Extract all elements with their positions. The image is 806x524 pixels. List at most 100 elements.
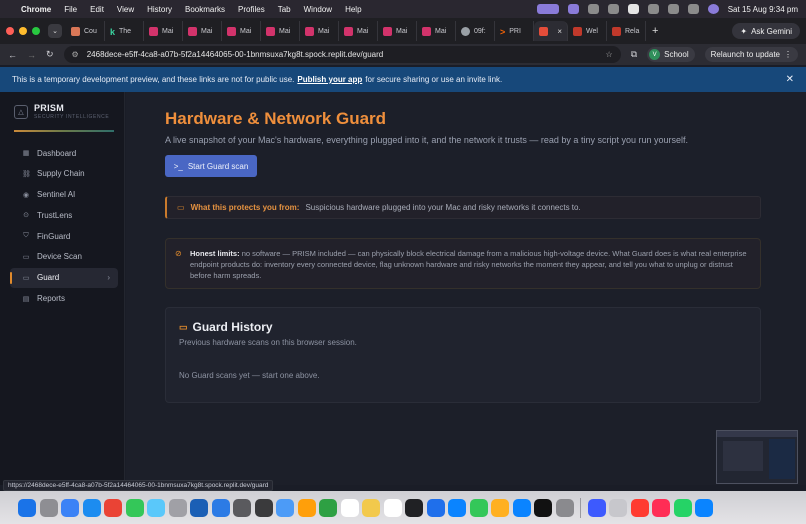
relaunch-button[interactable]: Relaunch to update ⋮ — [704, 47, 798, 62]
browser-tab[interactable]: Wel — [568, 21, 607, 41]
sidebar-item-guard[interactable]: ▭ Guard › — [10, 267, 118, 288]
dock-app-icon[interactable] — [673, 498, 692, 517]
browser-tab[interactable]: Mai — [183, 21, 222, 41]
dock-app-icon[interactable] — [491, 498, 509, 517]
menubar-window[interactable]: Window — [304, 5, 332, 14]
dock-app-icon[interactable] — [319, 498, 337, 517]
sidebar-item-sentinel-ai[interactable]: ◉ Sentinel AI — [10, 185, 118, 205]
menubar-file[interactable]: File — [64, 5, 77, 14]
dock-app-icon[interactable] — [61, 498, 79, 517]
browser-tab[interactable]: Cou — [66, 21, 105, 41]
ask-gemini-button[interactable]: ✦ Ask Gemini — [732, 23, 800, 39]
dock-app-icon[interactable] — [448, 498, 466, 517]
dock-app-icon[interactable] — [340, 498, 359, 517]
dock-app-icon[interactable] — [233, 498, 251, 517]
dock-app-icon[interactable] — [147, 498, 165, 517]
sidebar-item-device-scan[interactable]: ▭ Device Scan — [10, 247, 118, 267]
dock-app-icon[interactable] — [276, 498, 294, 517]
dock-app-icon[interactable] — [469, 498, 488, 517]
url-text[interactable]: 2468dece-e5ff-4ca8-a07b-5f2a14464065-00-… — [87, 50, 384, 59]
site-info-icon[interactable]: ⚙ — [72, 50, 79, 59]
start-guard-scan-button[interactable]: >_ Start Guard scan — [165, 155, 257, 177]
app-status-icon[interactable] — [567, 4, 579, 14]
dock-app-icon[interactable] — [534, 498, 552, 517]
zoom-window-button[interactable] — [32, 27, 40, 35]
close-banner-icon[interactable]: ✕ — [786, 74, 794, 85]
menubar-edit[interactable]: Edit — [90, 5, 104, 14]
dock-app-icon[interactable] — [426, 498, 445, 517]
menubar-help[interactable]: Help — [345, 5, 361, 14]
extensions-icon[interactable]: ⧉ — [631, 49, 637, 60]
browser-tab[interactable]: Mai — [339, 21, 378, 41]
dock-app-icon[interactable] — [254, 498, 273, 517]
dock-app-icon[interactable] — [405, 498, 423, 517]
new-tab-button[interactable]: + — [652, 25, 658, 37]
browser-tab[interactable]: > PRI — [495, 21, 534, 41]
profile-chip[interactable]: V School — [647, 47, 695, 62]
dock-app-icon[interactable] — [39, 498, 58, 517]
dock-app-icon[interactable] — [125, 498, 144, 517]
browser-tab[interactable]: Rela — [607, 21, 646, 41]
browser-tab[interactable]: Mai — [417, 21, 456, 41]
dock-app-icon[interactable] — [190, 498, 208, 517]
bookmark-star-icon[interactable]: ☆ — [606, 50, 613, 59]
dock-app-icon[interactable] — [18, 498, 36, 517]
reload-icon[interactable]: ↻ — [46, 49, 54, 60]
browser-tab[interactable]: Mai — [222, 21, 261, 41]
input-source-icon[interactable] — [627, 4, 639, 14]
dock-app-icon[interactable] — [82, 498, 101, 517]
control-center-icon[interactable] — [687, 4, 699, 14]
dock-app-icon[interactable] — [555, 498, 574, 517]
menubar-app-name[interactable]: Chrome — [21, 5, 51, 14]
dock-app-icon[interactable] — [630, 498, 649, 517]
wifi-icon[interactable] — [647, 4, 659, 14]
openai-icon[interactable] — [587, 4, 599, 14]
menubar-tab[interactable]: Tab — [278, 5, 291, 14]
screen-thumbnail[interactable] — [716, 430, 798, 484]
publish-app-link[interactable]: Publish your app — [297, 75, 362, 84]
sidebar-item-reports[interactable]: ▤ Reports — [10, 289, 118, 309]
dock-app-icon[interactable] — [587, 498, 606, 517]
tab-search-chevron-icon[interactable]: ⌄ — [48, 24, 62, 38]
dock-app-icon[interactable] — [695, 498, 713, 517]
dock-app-icon[interactable] — [297, 498, 316, 517]
dock-app-icon[interactable] — [383, 498, 402, 517]
search-icon[interactable] — [667, 4, 679, 14]
address-bar[interactable]: ⚙ 2468dece-e5ff-4ca8-a07b-5f2a14464065-0… — [63, 46, 621, 63]
browser-tab[interactable]: k The — [105, 21, 144, 41]
brand[interactable]: △ PRISM SECURITY INTELLIGENCE — [14, 103, 109, 120]
siri-icon[interactable] — [707, 4, 719, 14]
browser-tab[interactable]: Mai — [378, 21, 417, 41]
sidebar-item-supply-chain[interactable]: ⛓ Supply Chain — [10, 164, 118, 184]
close-window-button[interactable] — [6, 27, 14, 35]
browser-tab[interactable]: Mai — [300, 21, 339, 41]
menubar-datetime[interactable]: Sat 15 Aug 9:34 pm — [728, 5, 798, 14]
menubar-bookmarks[interactable]: Bookmarks — [185, 5, 225, 14]
sidebar-item-trustlens[interactable]: ⊙ TrustLens — [10, 205, 118, 225]
dock-app-icon[interactable] — [168, 498, 187, 517]
browser-tab[interactable]: 09f: — [456, 21, 495, 41]
menubar-history[interactable]: History — [147, 5, 172, 14]
dock-app-icon[interactable] — [362, 498, 380, 517]
browser-tab[interactable]: Mai — [144, 21, 183, 41]
dock-app-icon[interactable] — [512, 498, 531, 517]
sidebar-item-dashboard[interactable]: ▦ Dashboard — [10, 143, 118, 163]
dock-app-icon[interactable] — [211, 498, 230, 517]
minimize-window-button[interactable] — [19, 27, 27, 35]
battery-icon[interactable] — [607, 4, 619, 14]
back-icon[interactable]: ← — [8, 50, 17, 60]
dock-app-icon[interactable] — [609, 498, 627, 517]
browser-tab[interactable]: Mai — [261, 21, 300, 41]
menubar-profiles[interactable]: Profiles — [238, 5, 265, 14]
dock-app-icon[interactable] — [652, 498, 670, 517]
close-tab-icon[interactable]: × — [557, 27, 562, 36]
more-menu-icon[interactable]: ⋮ — [784, 50, 792, 59]
macos-menubar: Chrome File Edit View History Bookmarks … — [0, 0, 806, 18]
browser-tab-active[interactable]: × — [534, 21, 568, 41]
dock-app-icon[interactable] — [104, 498, 122, 517]
forward-icon[interactable]: → — [27, 50, 36, 60]
menubar-view[interactable]: View — [117, 5, 134, 14]
sidebar-item-finguard[interactable]: ⛉ FinGuard — [10, 226, 118, 246]
screen-share-icon[interactable] — [536, 4, 559, 14]
main-content: Hardware & Network Guard A live snapshot… — [126, 92, 806, 485]
